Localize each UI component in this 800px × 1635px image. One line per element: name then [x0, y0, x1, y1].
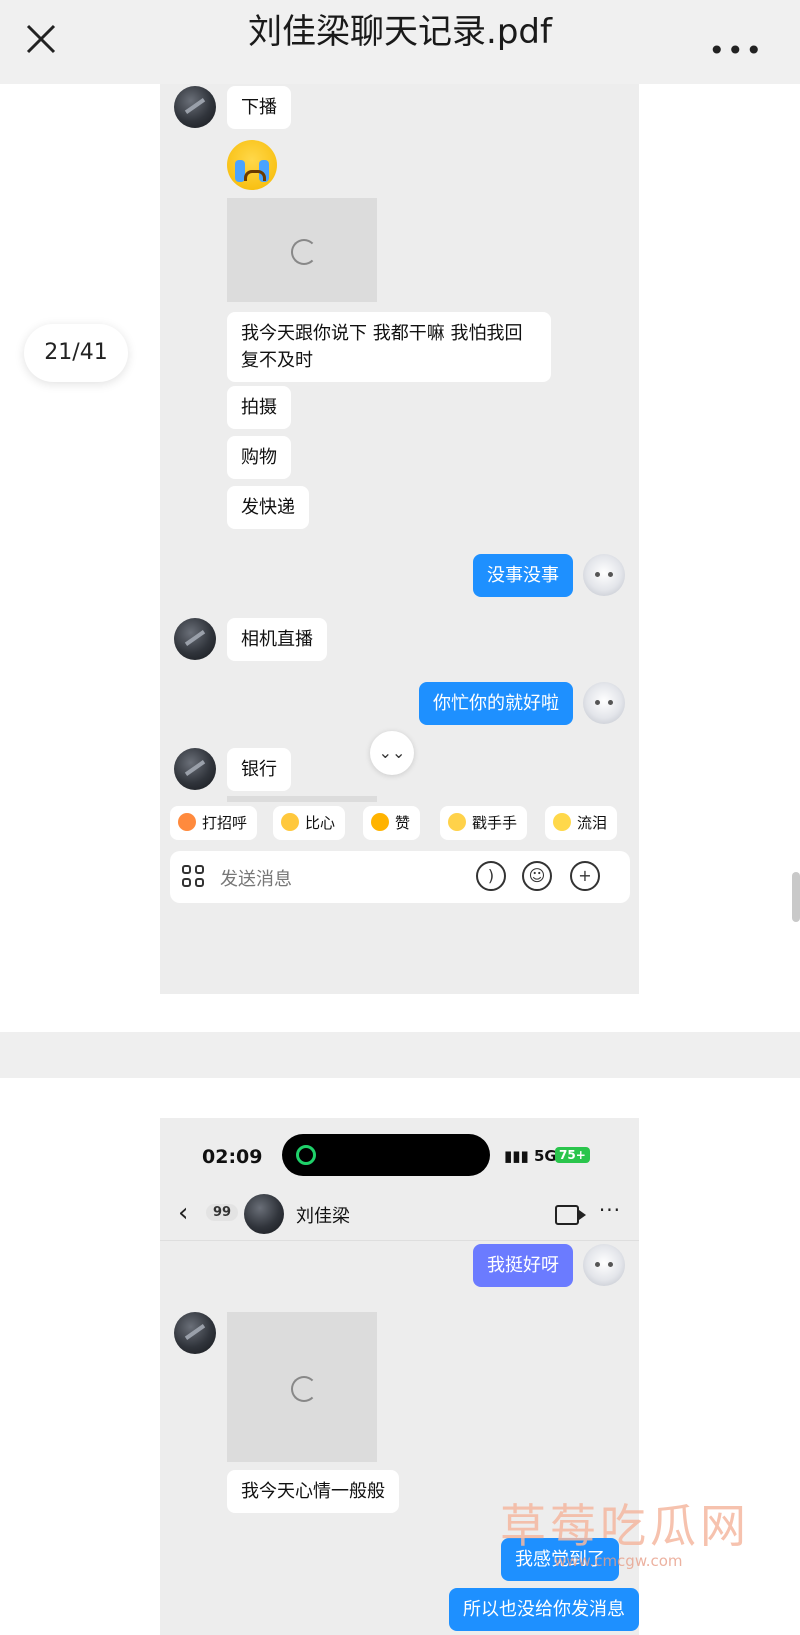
watermark-text: 草莓吃瓜网 — [500, 1499, 750, 1553]
quick-reply-chip[interactable]: 比心 — [273, 806, 346, 840]
tears-icon — [553, 813, 571, 831]
message-input[interactable]: 发送消息 — [220, 865, 292, 891]
loading-icon — [291, 1376, 317, 1402]
unread-badge: 99 — [206, 1204, 239, 1221]
viewer-header: 刘佳梁聊天记录.pdf ••• — [0, 0, 800, 84]
message-bubble: 相机直播 — [227, 618, 327, 661]
dynamic-island — [282, 1134, 490, 1176]
watermark-url: www.cmcgw.com — [554, 1552, 683, 1570]
my-message-bubble: 没事没事 — [473, 554, 573, 597]
contact-avatar — [174, 748, 216, 790]
quick-reply-chip[interactable]: 打招呼 — [170, 806, 258, 840]
image-placeholder — [227, 198, 377, 302]
contact-avatar — [174, 618, 216, 660]
message-bubble: 我今天心情一般般 — [227, 1470, 399, 1513]
back-chevron-icon[interactable]: ‹ — [178, 1198, 188, 1228]
video-call-icon[interactable] — [555, 1205, 586, 1225]
contact-avatar — [174, 1312, 216, 1354]
chat-nav-bar: ‹ 99 刘佳梁 ··· — [160, 1188, 639, 1241]
my-message-bubble: 你忙你的就好啦 — [419, 682, 573, 725]
message-bubble: 购物 — [227, 436, 291, 479]
message-bubble: 拍摄 — [227, 386, 291, 429]
pdf-page-21: 下播 我今天跟你说下 我都干嘛 我怕我回复不及时 拍摄 购物 发快递 没事没事 … — [0, 84, 800, 1032]
more-icon[interactable]: ··· — [599, 1198, 621, 1222]
scroll-to-bottom-icon[interactable]: ⌄⌄ — [370, 731, 414, 775]
message-bubble: 下播 — [227, 86, 291, 129]
my-avatar — [583, 682, 625, 724]
battery-icon: 75+ — [555, 1147, 590, 1163]
poke-icon — [448, 813, 466, 831]
link-icon — [296, 1145, 316, 1165]
my-avatar — [583, 554, 625, 596]
message-bubble: 银行 — [227, 748, 291, 791]
voice-icon[interactable]: ) — [476, 861, 506, 891]
phone-status-bar: 02:09 ▮▮▮ 5G 75+ — [160, 1118, 639, 1188]
image-placeholder — [227, 796, 377, 802]
quick-reply-chip[interactable]: 戳手手 — [440, 806, 528, 840]
apps-grid-icon[interactable] — [182, 865, 206, 889]
my-message-bubble: 所以也没给你发消息 — [449, 1588, 639, 1631]
document-title: 刘佳梁聊天记录.pdf — [248, 12, 552, 52]
thumbs-up-icon — [371, 813, 389, 831]
my-avatar — [583, 1244, 625, 1286]
my-message-bubble: 我挺好呀 — [473, 1244, 573, 1287]
loading-icon — [291, 239, 317, 265]
scrollbar[interactable] — [792, 872, 800, 922]
crying-emoji-icon — [227, 140, 277, 190]
wave-icon — [178, 813, 196, 831]
contact-name[interactable]: 刘佳梁 — [296, 1202, 350, 1228]
quick-reply-chip[interactable]: 赞 — [363, 806, 421, 840]
contact-avatar — [174, 86, 216, 128]
signal-indicator: ▮▮▮ 5G — [504, 1147, 557, 1165]
more-options-icon[interactable]: ••• — [708, 34, 764, 67]
page-indicator: 21/41 — [24, 324, 128, 382]
chat-screenshot-1: 下播 我今天跟你说下 我都干嘛 我怕我回复不及时 拍摄 购物 发快递 没事没事 … — [160, 84, 639, 994]
contact-avatar[interactable] — [244, 1194, 284, 1234]
message-input-bar: 发送消息 ) ☺ + — [170, 851, 630, 903]
status-time: 02:09 — [202, 1146, 263, 1168]
emoji-icon[interactable]: ☺ — [522, 861, 552, 891]
quick-reply-chip[interactable]: 流泪 — [545, 806, 618, 840]
image-placeholder — [227, 1312, 377, 1462]
message-bubble: 发快递 — [227, 486, 309, 529]
plus-icon[interactable]: + — [570, 861, 600, 891]
heart-hand-icon — [281, 813, 299, 831]
message-bubble: 我今天跟你说下 我都干嘛 我怕我回复不及时 — [227, 312, 551, 382]
signal-bars-icon: ▮▮▮ — [504, 1147, 534, 1165]
